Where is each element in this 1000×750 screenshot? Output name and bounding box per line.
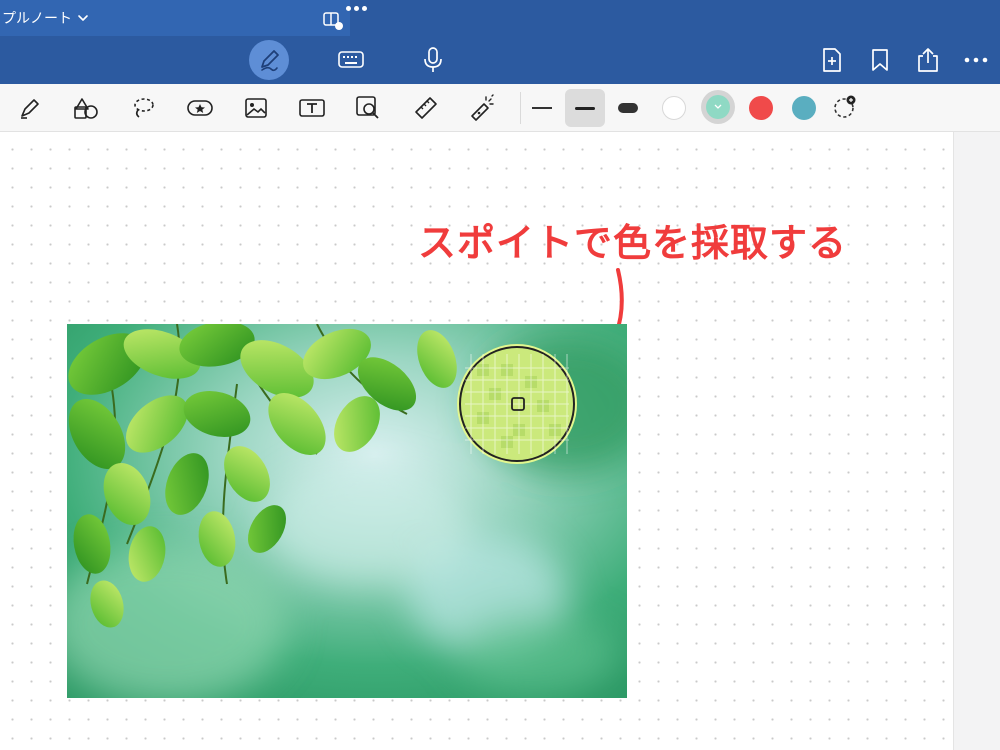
sticker-icon (187, 100, 213, 116)
microphone-mode-button[interactable] (413, 40, 453, 80)
pen-icon (261, 50, 279, 72)
keyboard-icon (338, 51, 364, 68)
document-title[interactable]: プルノート (2, 8, 90, 28)
image-tool[interactable] (236, 88, 276, 128)
stroke-medium-button[interactable] (565, 89, 605, 127)
top-bar: プルノート (0, 0, 1000, 84)
more-button[interactable] (956, 40, 996, 80)
bookmark-button[interactable] (860, 40, 900, 80)
add-page-icon (823, 48, 841, 72)
stroke-thick-icon (618, 103, 638, 113)
image-search-tool[interactable] (348, 88, 388, 128)
share-icon (918, 48, 938, 72)
tool-bar (0, 84, 1000, 132)
lasso-icon (134, 98, 154, 118)
multitask-control[interactable] (322, 6, 367, 30)
shapes-icon (74, 98, 98, 119)
color-swatch-white[interactable] (662, 96, 686, 120)
color-swatch-red[interactable] (749, 96, 773, 120)
split-view-icon (323, 12, 343, 30)
eyedropper-loupe (457, 344, 577, 464)
text-box-tool[interactable] (292, 88, 332, 128)
color-swatch-mint (706, 95, 730, 119)
laser-pointer-icon (471, 94, 494, 121)
more-dots-icon (346, 6, 367, 11)
highlighter-icon (21, 99, 39, 119)
leaves-image (67, 324, 627, 698)
ruler-tool[interactable] (406, 88, 446, 128)
sticker-tool[interactable] (180, 88, 220, 128)
add-color-icon (834, 95, 856, 118)
microphone-icon (424, 47, 442, 72)
title-strip: プルノート (0, 0, 350, 36)
add-color-button[interactable] (832, 94, 858, 120)
bookmark-icon (872, 49, 888, 71)
leaf-photo[interactable] (67, 324, 627, 698)
document-title-label: プルノート (2, 11, 72, 27)
annotation-text: スポイトで色を採取する (418, 221, 848, 265)
color-swatch-mint-selected[interactable] (701, 90, 735, 124)
stroke-medium-icon (575, 106, 595, 110)
pen-mode-button[interactable] (249, 40, 289, 80)
text-box-icon (299, 99, 325, 117)
color-swatch-teal[interactable] (792, 96, 816, 120)
toolbar-divider (520, 92, 521, 124)
lasso-tool[interactable] (123, 88, 163, 128)
image-search-icon (356, 96, 379, 119)
add-page-button[interactable] (812, 40, 852, 80)
share-button[interactable] (908, 40, 948, 80)
right-gutter (953, 132, 1000, 750)
stroke-thin-button[interactable] (522, 89, 562, 127)
stroke-thick-button[interactable] (608, 89, 648, 127)
chevron-down-icon (714, 104, 722, 109)
image-icon (245, 98, 267, 118)
more-icon (964, 57, 988, 63)
keyboard-mode-button[interactable] (331, 40, 371, 80)
shapes-tool[interactable] (66, 88, 106, 128)
highlighter-tool[interactable] (10, 88, 50, 128)
ruler-icon (415, 97, 437, 119)
stroke-thin-icon (532, 107, 552, 109)
laser-pointer-tool[interactable] (462, 88, 502, 128)
chevron-down-icon (78, 15, 88, 21)
